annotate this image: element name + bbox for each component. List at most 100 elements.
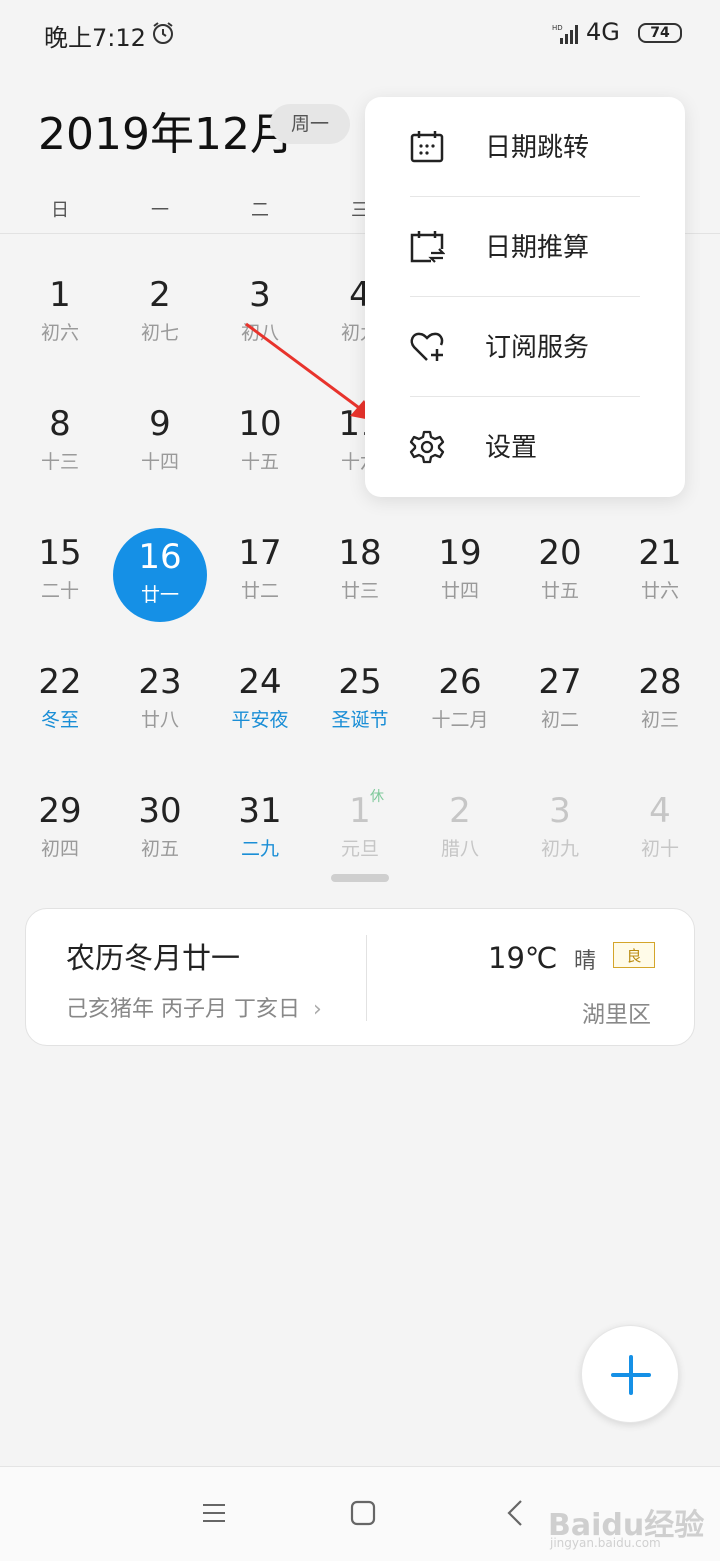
lunar-day-label: 十三 [40,451,79,473]
menu-item-date-calc[interactable]: 日期推算 [365,197,685,297]
day-number: 4 [649,791,671,831]
battery-indicator: 74 [638,23,682,43]
calendar-day-cell[interactable]: 20 廿五 [510,524,610,624]
day-number: 20 [538,533,582,573]
month-title[interactable]: 2019年12月 [38,98,294,162]
calendar-day-cell[interactable]: 19 廿四 [410,524,510,624]
ganzhi-text: 己亥猪年 丙子月 丁亥日 [66,997,300,1022]
network-type: 4G [586,18,620,46]
day-number: 17 [238,533,282,573]
lunar-day-label: 初四 [40,838,79,860]
plus-icon [611,1355,651,1395]
lunar-day-label: 元旦 [340,838,379,860]
day-number: 1 [49,275,71,315]
weekday-header-sun: 日 [51,200,69,221]
calendar-day-cell[interactable]: 15 二十 [10,524,110,624]
calendar-day-cell[interactable]: 22 冬至 [10,653,110,753]
alarm-clock-icon [153,22,173,44]
menu-item-label: 日期跳转 [485,133,590,163]
day-number: 25 [338,662,382,702]
calendar-day-cell[interactable]: 31 二九 [210,782,310,882]
menu-item-label: 日期推算 [485,233,590,263]
lunar-day-label: 初六 [40,322,79,344]
lunar-day-label: 十二月 [431,709,489,731]
lunar-day-label: 初二 [540,709,579,731]
calendar-day-cell[interactable]: 21 廿六 [610,524,710,624]
day-number: 26 [438,662,482,702]
menu-item-settings[interactable]: 设置 [365,397,685,497]
day-number: 3 [249,275,271,315]
lunar-day-label: 二九 [240,838,279,860]
calendar-day-cell[interactable]: 1 初六 [10,266,110,366]
calendar-day-cell[interactable]: 4 初十 [610,782,710,882]
air-quality-badge: 良 [613,942,655,968]
lunar-day-label: 初三 [640,709,679,731]
weekday-header-mon: 一 [151,200,169,221]
calendar-day-cell[interactable]: 2 初七 [110,266,210,366]
day-number: 21 [638,533,682,573]
calendar-day-cell[interactable]: 25 圣诞节 [310,653,410,753]
lunar-day-label: 廿八 [140,709,179,731]
lunar-day-label: 廿四 [440,580,479,602]
lunar-day-label: 平安夜 [231,709,289,731]
calendar-day-cell[interactable]: 8 十三 [10,395,110,495]
calendar-day-cell[interactable]: 2 腊八 [410,782,510,882]
lunar-info-card[interactable]: 农历冬月廿一 己亥猪年 丙子月 丁亥日 › 19℃ 晴 良 湖里区 [25,908,695,1046]
day-number: 30 [138,791,182,831]
day-number: 19 [438,533,482,573]
status-time: 晚上7:12 [44,24,146,52]
day-number: 31 [238,791,282,831]
menu-item-label: 订阅服务 [485,333,590,363]
lunar-day-label: 十五 [240,451,279,473]
lunar-day-label: 廿二 [240,580,279,602]
day-number: 23 [138,662,182,702]
calendar-day-cell[interactable]: 9 十四 [110,395,210,495]
day-number: 9 [149,404,171,444]
menu-icon[interactable] [201,1501,227,1525]
day-number: 2 [149,275,171,315]
day-number: 1 [349,791,371,831]
day-number: 15 [38,533,82,573]
day-number: 16 [138,537,182,577]
lunar-day-label: 廿一 [140,584,179,606]
weekday-header-tue: 二 [251,200,269,221]
lunar-day-label: 廿五 [540,580,579,602]
calendar-day-cell[interactable]: 1 休元旦 [310,782,410,882]
calendar-day-cell[interactable]: 17 廿二 [210,524,310,624]
calendar-day-cell[interactable]: 16 廿一 [113,528,207,622]
calendar-day-cell[interactable]: 30 初五 [110,782,210,882]
weekday-pill: 周一 [270,104,350,144]
temperature: 19℃ [488,941,558,975]
lunar-day-label: 初五 [140,838,179,860]
day-number: 8 [49,404,71,444]
calendar-day-cell[interactable]: 24 平安夜 [210,653,310,753]
lunar-day-label: 十四 [140,451,179,473]
calendar-day-cell[interactable]: 28 初三 [610,653,710,753]
lunar-day-label: 圣诞节 [331,709,389,731]
calendar-day-cell[interactable]: 3 初九 [510,782,610,882]
menu-item-date-jump[interactable]: 日期跳转 [365,97,685,197]
lunar-day-label: 廿三 [340,580,379,602]
day-number: 24 [238,662,282,702]
signal-strength-icon: HD [552,24,578,44]
calendar-jump-icon [410,131,444,163]
lunar-day-label: 二十 [40,580,79,602]
home-icon[interactable] [350,1500,376,1526]
lunar-day-label: 初九 [540,838,579,860]
calendar-day-cell[interactable]: 29 初四 [10,782,110,882]
calendar-day-cell[interactable]: 18 廿三 [310,524,410,624]
day-number: 27 [538,662,582,702]
calendar-day-cell[interactable]: 23 廿八 [110,653,210,753]
day-number: 22 [38,662,82,702]
day-number: 29 [38,791,82,831]
day-number: 18 [338,533,382,573]
menu-item-subscription[interactable]: 订阅服务 [365,297,685,397]
back-icon[interactable] [503,1499,527,1527]
rest-day-tag: 休 [370,789,384,805]
calendar-day-cell[interactable]: 27 初二 [510,653,610,753]
add-event-button[interactable] [581,1325,679,1423]
day-number: 3 [549,791,571,831]
ganzhi-link[interactable]: 己亥猪年 丙子月 丁亥日 › [66,991,322,1023]
calendar-day-cell[interactable]: 26 十二月 [410,653,510,753]
drag-handle[interactable] [331,874,389,882]
